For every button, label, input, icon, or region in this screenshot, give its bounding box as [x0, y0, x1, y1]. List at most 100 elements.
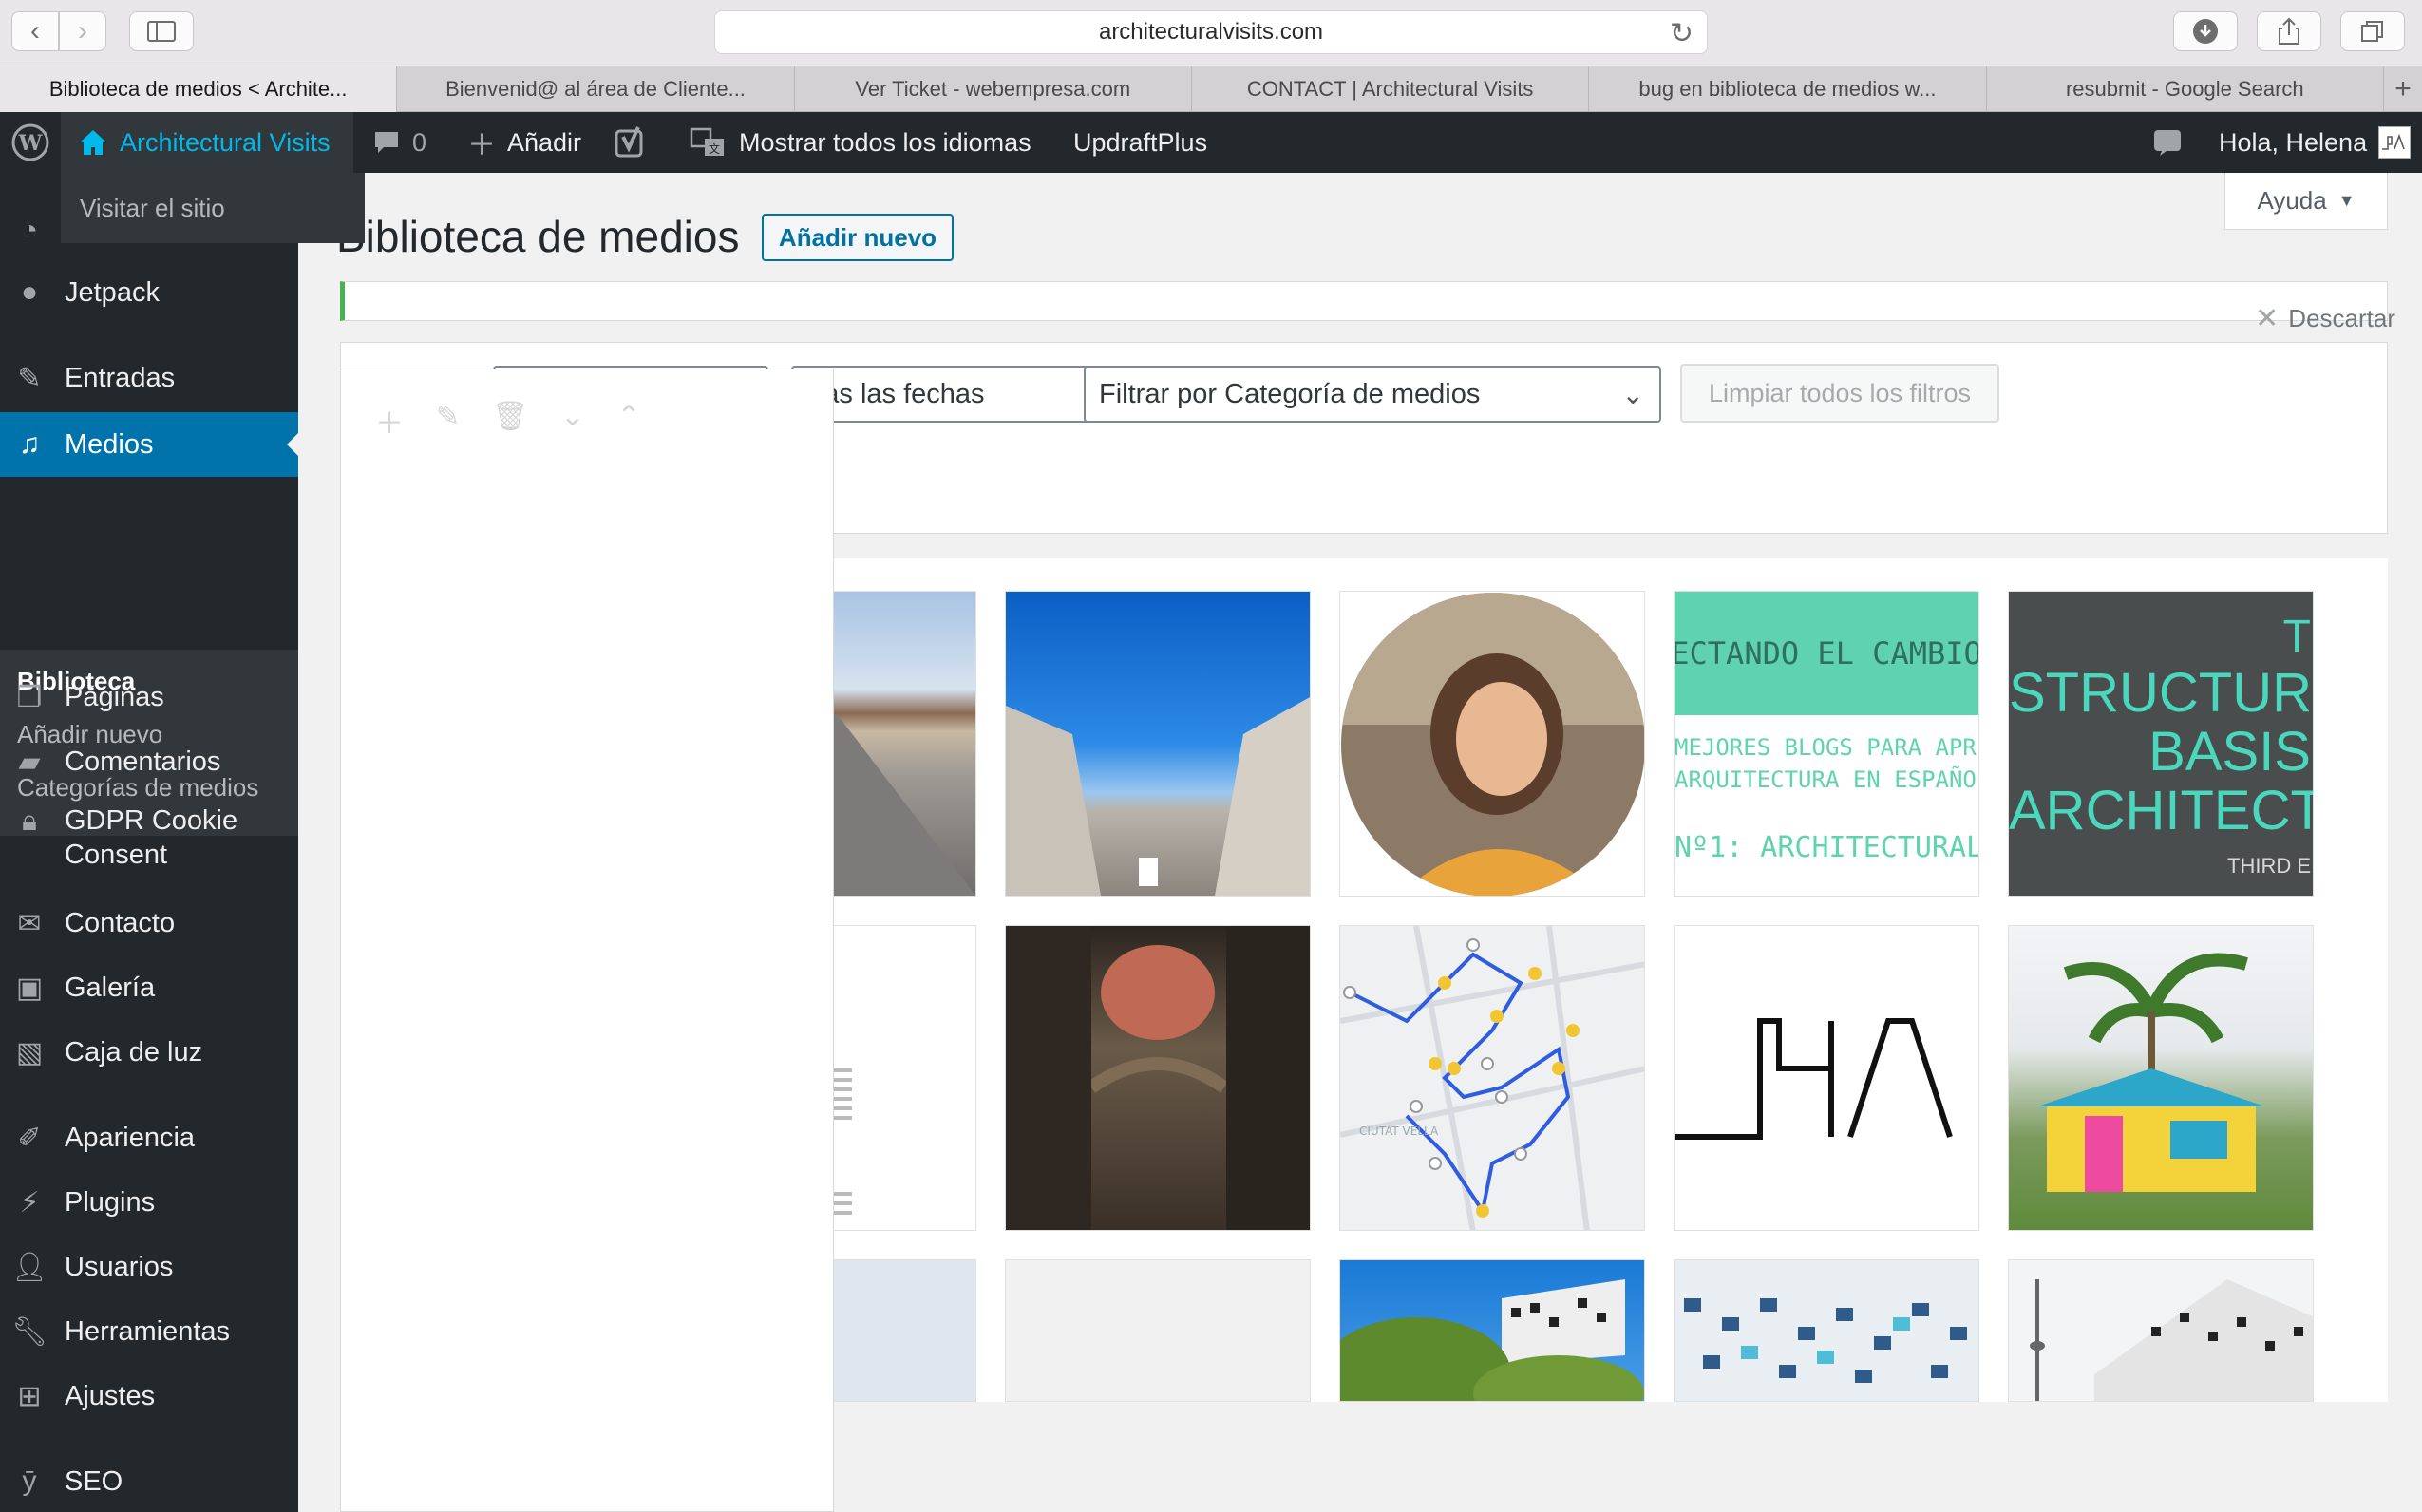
wrench-icon: 🔧︎ [11, 1315, 48, 1348]
menu-gdpr[interactable]: 🔒︎ GDPR Cookie Consent [0, 803, 298, 879]
menu-plugins[interactable]: ⚡ Plugins [0, 1181, 298, 1223]
brush-icon: ✐ [17, 1122, 42, 1154]
home-icon [80, 130, 106, 155]
yoast-icon [615, 126, 643, 158]
plus-icon: ＋ [467, 130, 496, 161]
updraftplus-label: UpdraftPlus [1073, 127, 1208, 157]
yoast-icon: ȳ [22, 1465, 37, 1497]
tabs-overview-button[interactable] [2340, 11, 2405, 51]
caret-down-icon: ▼ [2337, 191, 2356, 210]
menu-apariencia[interactable]: ✐ Apariencia [0, 1117, 298, 1159]
menu-entradas[interactable]: ✎ Entradas [0, 357, 298, 399]
thumb-text: BASIS [2148, 721, 2311, 783]
menu-comentarios[interactable]: ▰ Comentarios [0, 741, 298, 783]
add-new-button[interactable]: Añadir nuevo [762, 214, 954, 261]
thumb-text: ARCHITECTU [2009, 780, 2313, 841]
share-icon [2279, 17, 2299, 45]
wordpress-logo-button[interactable]: W [0, 112, 61, 173]
media-thumbnail[interactable] [2008, 925, 2314, 1231]
panel-toolbar: ＋ ✎ 🗑︎ ⌄ ⌃ [375, 400, 641, 442]
notifications-button[interactable] [2152, 112, 2183, 173]
menu-usuarios[interactable]: 👤︎ Usuarios [0, 1246, 298, 1288]
media-thumbnail[interactable] [1005, 1259, 1311, 1402]
back-button[interactable]: ‹ [11, 11, 59, 51]
user-icon: 👤︎ [11, 1251, 48, 1283]
help-tab-button[interactable]: Ayuda ▼ [2224, 173, 2388, 230]
route-map-image: CIUTAT VELLA [1340, 926, 1644, 1230]
sidebar-toggle-button[interactable] [129, 11, 194, 51]
notification-bubble-icon [2154, 130, 2181, 156]
menu-label: Comentarios [65, 746, 221, 777]
plug-icon: ⚡ [19, 1186, 40, 1219]
add-label: Añadir [507, 127, 582, 157]
media-thumbnail[interactable] [2008, 1259, 2314, 1402]
browser-tab[interactable]: bug en biblioteca de medios w... [1589, 66, 1987, 112]
menu-label-line2: Consent [65, 840, 168, 870]
sidebar-icon [147, 21, 176, 42]
menu-label: Jetpack [65, 276, 160, 308]
jetpack-icon: ● [20, 276, 39, 308]
dashboard-icon: ◔ [20, 215, 39, 246]
add-new-menu[interactable]: ＋ Añadir [467, 112, 581, 173]
visit-site-link[interactable]: Visitar el sitio [61, 173, 365, 243]
languages-menu[interactable]: 文 Mostrar todos los idiomas [690, 112, 1031, 173]
menu-label: Contacto [65, 907, 176, 938]
menu-jetpack[interactable]: ● Jetpack [0, 272, 298, 313]
menu-paginas[interactable]: ❐ Páginas [0, 676, 298, 718]
media-thumbnail[interactable] [1674, 925, 1979, 1231]
map-district-label: CIUTAT VELLA [1359, 1125, 1439, 1138]
browser-tab[interactable]: Ver Ticket - webempresa.com [795, 66, 1192, 112]
settings-icon: ⊞ [17, 1380, 42, 1412]
menu-ajustes[interactable]: ⊞ Ajustes [0, 1375, 298, 1417]
media-thumbnail[interactable] [1005, 925, 1311, 1231]
menu-label: Plugins [65, 1186, 156, 1218]
thumb-text: STRUCTUR [2009, 662, 2312, 724]
media-thumbnail[interactable]: T STRUCTUR BASIS ARCHITECTU THIRD E [2008, 591, 2314, 897]
menu-seo[interactable]: ȳ SEO [0, 1461, 298, 1503]
plus-icon[interactable]: ＋ [375, 400, 404, 442]
clear-filters-button[interactable]: Limpiar todos los filtros [1680, 364, 1999, 423]
browser-tab[interactable]: CONTACT | Architectural Visits [1192, 66, 1590, 112]
browser-tab[interactable]: Biblioteca de medios < Archite... [0, 66, 398, 112]
thumb-heading: ECTANDO EL CAMBIO [1675, 592, 1978, 715]
admin-notice [340, 281, 2388, 321]
portrait-image [1341, 593, 1644, 896]
media-thumbnail[interactable] [1339, 591, 1645, 897]
media-thumbnail[interactable] [1005, 591, 1311, 897]
trash-icon[interactable]: 🗑︎ [492, 400, 528, 442]
category-filter-select[interactable]: Filtrar por Categoría de medios ⌄ [1084, 366, 1661, 423]
close-icon: ✕ [2255, 303, 2280, 334]
avatar [2378, 126, 2412, 159]
yoast-menu[interactable] [614, 112, 648, 173]
share-button[interactable] [2257, 11, 2321, 51]
chevron-up-icon[interactable]: ⌃ [616, 400, 640, 442]
my-account-menu[interactable]: Hola, Helena [2219, 112, 2412, 173]
menu-contacto[interactable]: ✉ Contacto [0, 902, 298, 944]
menu-herramientas[interactable]: 🔧︎ Herramientas [0, 1311, 298, 1352]
chevron-down-icon[interactable]: ⌄ [560, 400, 584, 442]
new-tab-button[interactable]: + [2384, 66, 2422, 112]
languages-label: Mostrar todos los idiomas [739, 127, 1031, 157]
menu-medios[interactable]: ♫ Medios [0, 412, 298, 477]
menu-galeria[interactable]: ▣ Galería [0, 967, 298, 1009]
media-thumbnail[interactable]: ECTANDO EL CAMBIO MEJORES BLOGS PARA APR… [1674, 591, 1979, 897]
gallery-icon: ▣ [15, 972, 44, 1004]
image-icon: ▧ [15, 1036, 44, 1068]
comments-link[interactable]: 0 [372, 112, 426, 173]
menu-caja-de-luz[interactable]: ▧ Caja de luz [0, 1031, 298, 1073]
dismiss-notice-button[interactable]: ✕ Descartar [2255, 302, 2395, 335]
thumb-text: THIRD E [2227, 854, 2311, 878]
pencil-icon[interactable]: ✎ [436, 400, 460, 442]
media-thumbnail[interactable]: CIUTAT VELLA [1339, 925, 1645, 1231]
reload-icon[interactable]: ↻ [1670, 17, 1694, 50]
downloads-button[interactable] [2173, 11, 2238, 51]
address-bar[interactable]: architecturalvisits.com ↻ [714, 10, 1708, 54]
menu-label: Caja de luz [65, 1036, 203, 1068]
site-name-menu[interactable]: Architectural Visits [61, 112, 353, 173]
updraftplus-menu[interactable]: UpdraftPlus [1073, 112, 1207, 173]
media-thumbnail[interactable] [1339, 1259, 1645, 1402]
forward-button[interactable]: › [59, 11, 106, 51]
media-thumbnail[interactable] [1674, 1259, 1979, 1402]
browser-tab[interactable]: Bienvenid@ al área de Cliente... [397, 66, 795, 112]
browser-tab[interactable]: resubmit - Google Search [1987, 66, 2384, 112]
